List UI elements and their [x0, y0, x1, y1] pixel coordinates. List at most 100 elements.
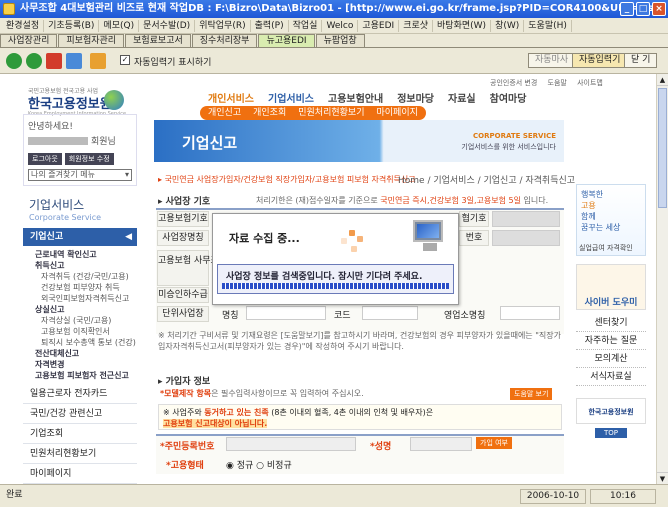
- help-view-button[interactable]: 도움말 보기: [510, 388, 553, 400]
- cert-change-link[interactable]: 공인인증서 변경: [490, 79, 537, 87]
- status-time: 10:16: [590, 489, 656, 504]
- sidebar-subitem[interactable]: 취득신고: [23, 260, 137, 271]
- menu-item[interactable]: 작업실: [289, 19, 323, 32]
- sidebar-item-pension-health[interactable]: 국민/건강 관련신고: [23, 404, 137, 424]
- nav-personal[interactable]: 개인서비스: [208, 90, 254, 105]
- sidebar-active-label: 기업신고: [30, 232, 64, 242]
- tab-workplace[interactable]: 사업장관리: [0, 34, 58, 47]
- scroll-down-icon[interactable]: ▼: [657, 472, 668, 484]
- link-faq[interactable]: 자주하는 질문: [576, 332, 646, 350]
- close-window-button[interactable]: ×: [652, 2, 666, 16]
- sidebar-subitem[interactable]: 자격상실 (국민/고용): [23, 315, 137, 326]
- label-office-union: 고용보험 사무조합: [157, 250, 227, 286]
- radio-regular-label: 정규: [236, 461, 254, 471]
- auto-input-button[interactable]: 자동입력기: [572, 53, 628, 68]
- menu-item[interactable]: 고용EDI: [358, 19, 400, 32]
- unit-name-input[interactable]: [246, 306, 326, 320]
- menu-item[interactable]: 도움말(H): [524, 19, 572, 32]
- sidebar-subitem[interactable]: 건강보험 피부양자 취득: [23, 282, 137, 293]
- menu-item[interactable]: 기초등록(B): [44, 19, 100, 32]
- stop-icon[interactable]: [46, 53, 62, 69]
- link-simulator[interactable]: 모의계산: [576, 350, 646, 368]
- link-forms[interactable]: 서식자료실: [576, 368, 646, 386]
- sidebar-item-mypage[interactable]: 마이페이지: [23, 464, 137, 484]
- menu-item[interactable]: 크로샷: [399, 19, 434, 32]
- menu-item[interactable]: 출력(P): [251, 19, 289, 32]
- promo-banner[interactable]: 행복한 고용 함께 꿈꾸는 세상 실업급여 자격확인: [576, 184, 646, 256]
- logout-button[interactable]: 로그아웃: [28, 153, 62, 165]
- site-logo[interactable]: 한국고용정보원: [28, 93, 112, 112]
- sitemap-link[interactable]: 사이트맵: [577, 79, 603, 87]
- page-notice-text: 국민연금 사업장가입자/건강보험 직장가입자/고용보험 피보험 자격취득신고: [164, 175, 416, 184]
- nav-info[interactable]: 정보마당: [397, 90, 434, 105]
- resident-id-input[interactable]: [226, 437, 356, 451]
- branch-name-input[interactable]: [500, 306, 560, 320]
- sidebar-subitem[interactable]: 자격취득 (건강/국민/고용): [23, 271, 137, 282]
- cyber-helper-title[interactable]: 사이버 도우미: [577, 295, 645, 308]
- close-button[interactable]: 닫 기: [624, 53, 658, 68]
- subnav-personal-report[interactable]: 개인신고: [208, 106, 241, 120]
- scroll-up-icon[interactable]: ▲: [657, 74, 668, 86]
- sidebar-subitem[interactable]: 전산대체신고: [23, 348, 137, 359]
- name-input[interactable]: [410, 437, 472, 451]
- minimize-button[interactable]: _: [620, 2, 634, 16]
- back-icon[interactable]: [6, 53, 22, 69]
- footer-logo[interactable]: 한국고용정보원: [576, 398, 646, 424]
- sidebar-item-corporate-report[interactable]: 기업신고 ◀: [23, 228, 137, 246]
- auto-off-button[interactable]: 자동마사: [528, 53, 576, 68]
- menu-item[interactable]: 환경설정: [2, 19, 45, 32]
- maximize-button[interactable]: □: [636, 2, 650, 16]
- sidebar-item-daily-worker[interactable]: 일용근로자 전자카드: [23, 384, 137, 404]
- unit-code-input[interactable]: [362, 306, 418, 320]
- menu-item[interactable]: Welco: [322, 19, 359, 32]
- show-autofill-checkbox[interactable]: ✓: [120, 55, 130, 65]
- nav-insurance-guide[interactable]: 고용보험안내: [328, 90, 383, 105]
- radio-regular-icon[interactable]: ◉: [226, 461, 234, 471]
- sidebar-subitem[interactable]: 외국인피보험자격취득신고: [23, 293, 137, 304]
- tab-premium-report[interactable]: 보험료보고서: [125, 34, 191, 47]
- home-icon[interactable]: [90, 53, 106, 69]
- menu-item[interactable]: 문서수발(D): [139, 19, 196, 32]
- subnav-personal-lookup[interactable]: 개인조회: [253, 106, 286, 120]
- member-suffix: 회원님: [91, 137, 116, 147]
- sidebar-subitem[interactable]: 고용보험 이직확인서: [23, 326, 137, 337]
- forward-icon[interactable]: [26, 53, 42, 69]
- menu-item[interactable]: 바탕화면(W): [433, 19, 492, 32]
- processing-deadline: 국민연금 즉시,건강보험 3일,고용보험 5일: [380, 196, 521, 205]
- link-find-center[interactable]: 센터찾기: [576, 314, 646, 332]
- scroll-thumb[interactable]: [658, 88, 667, 208]
- favorites-select[interactable]: 나의 즐겨찾기 메뉴 ▾: [28, 169, 132, 181]
- subnav-civil-status[interactable]: 민원처리현황보기: [298, 106, 364, 120]
- sidebar-subitem[interactable]: 퇴직시 보수총액 통보 (건강): [23, 337, 137, 348]
- menu-item[interactable]: 메모(Q): [99, 19, 140, 32]
- chevron-left-icon: ◀: [125, 232, 132, 242]
- sidebar-item-corporate-lookup[interactable]: 기업조회: [23, 424, 137, 444]
- edit-profile-button[interactable]: 회원정보 수정: [64, 153, 114, 165]
- menu-item[interactable]: 위탁업무(R): [195, 19, 251, 32]
- subnav-mypage[interactable]: 마이페이지: [377, 106, 418, 120]
- tab-insured[interactable]: 피보험자관리: [58, 34, 125, 47]
- menu-item[interactable]: 창(W): [491, 19, 525, 32]
- section1-title: ▸ 사업장 기호: [158, 197, 211, 207]
- sidebar-subitem[interactable]: 근로내역 확인신고: [23, 249, 137, 260]
- nav-library[interactable]: 자료실: [448, 90, 476, 105]
- tab-new-edi[interactable]: 뉴고용EDI: [258, 34, 315, 47]
- family-notice-a: 사업주와: [172, 408, 202, 417]
- sidebar-subitem[interactable]: 고용보험 피보험자 전근신고: [23, 370, 137, 381]
- vertical-scrollbar[interactable]: ▲ ▼: [656, 74, 668, 484]
- top-button[interactable]: TOP: [595, 428, 627, 438]
- sidebar-subitem[interactable]: 자격변경: [23, 359, 137, 370]
- radio-irregular-icon[interactable]: ○: [256, 461, 264, 471]
- section2-desc: *모델제작 항목은 필수입력사항이므로 꼭 입력하여 주십시오.: [160, 388, 364, 399]
- refresh-icon[interactable]: [66, 53, 82, 69]
- nav-participation[interactable]: 참여마당: [490, 90, 527, 105]
- tab-collection-ledger[interactable]: 징수처리장부: [191, 34, 258, 47]
- family-notice-b: (8촌 이내의 혈족, 4촌 이내의 인척 및 배우자)은: [271, 408, 434, 417]
- window-title-bar: 사무조합 4대보험관리 비즈로 현재 작업DB : F:\Bizro\Data\…: [0, 0, 668, 18]
- nav-corporate[interactable]: 기업서비스: [268, 90, 314, 105]
- help-link[interactable]: 도움말: [548, 79, 567, 87]
- tab-new-popup[interactable]: 뉴팝업창: [315, 34, 365, 47]
- sidebar-item-civil-status[interactable]: 민원처리현황보기: [23, 444, 137, 464]
- join-check-button[interactable]: 가입 여부: [476, 437, 512, 449]
- sidebar-subitem[interactable]: 상실신고: [23, 304, 137, 315]
